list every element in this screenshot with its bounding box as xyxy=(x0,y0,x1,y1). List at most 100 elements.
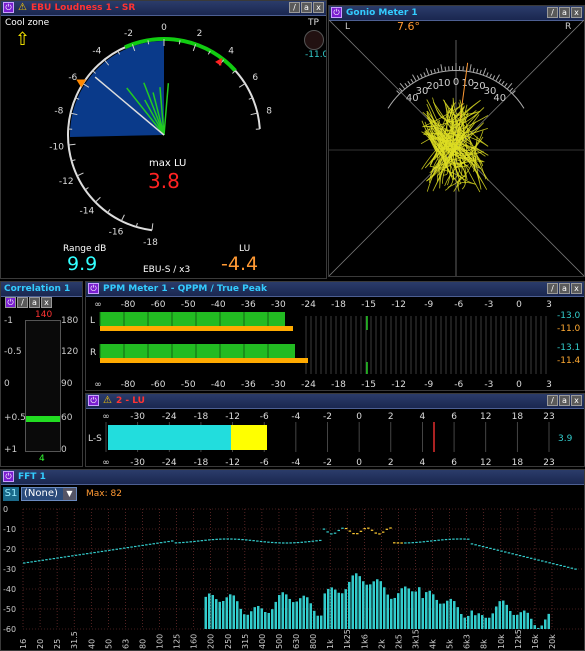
ppm-rms-bar xyxy=(100,344,295,358)
copy-icon[interactable]: a xyxy=(29,297,40,308)
correlation-left-scale-label: -0.5 xyxy=(4,347,22,357)
fft-bar xyxy=(498,601,501,629)
correlation-left-scale-label: -1 xyxy=(4,316,13,326)
edit-icon[interactable]: / xyxy=(547,283,558,294)
fft-y-label: -60 xyxy=(3,625,16,634)
lu-scale-label: ∞ xyxy=(102,412,110,422)
ppm-scale-label: -40 xyxy=(211,300,226,310)
ppm-scale-label: -6 xyxy=(454,380,463,390)
edit-icon[interactable]: / xyxy=(17,297,28,308)
gonio-tick xyxy=(444,66,447,71)
power-icon[interactable]: ⏻ xyxy=(5,297,16,308)
ppm-scale-label: -60 xyxy=(151,300,166,310)
fft-bar xyxy=(512,614,515,629)
fft-x-label: 2k5 xyxy=(394,634,403,649)
edit-icon[interactable]: / xyxy=(547,7,558,18)
close-icon[interactable]: x xyxy=(313,2,324,13)
gonio-tick xyxy=(396,90,400,94)
ppm-scale-label: -12 xyxy=(391,380,406,390)
copy-icon[interactable]: a xyxy=(559,395,570,406)
fft-x-label: 800 xyxy=(309,634,318,649)
copy-icon[interactable]: a xyxy=(559,7,570,18)
close-icon[interactable]: x xyxy=(41,297,52,308)
power-icon[interactable]: ⏻ xyxy=(88,283,99,294)
close-icon[interactable]: x xyxy=(571,7,582,18)
fft-bar xyxy=(481,615,484,629)
gauge-scale-label: -14 xyxy=(79,207,94,217)
copy-icon[interactable]: a xyxy=(301,2,312,13)
ppm-scale-label: ∞ xyxy=(94,300,102,310)
gauge-mode-label: EBU-S / x3 xyxy=(143,265,191,275)
fft-x-label: 630 xyxy=(292,634,301,649)
ppm-rms-value: -13.0 xyxy=(557,311,581,321)
fft-bar xyxy=(225,597,228,629)
gauge-scale-label: -2 xyxy=(124,29,133,39)
ppm-channel-label: L xyxy=(90,316,95,326)
power-icon[interactable]: ⏻ xyxy=(3,471,14,482)
ppm-scale-label: 3 xyxy=(546,380,552,390)
fft-bar xyxy=(250,611,253,629)
gonio-scale-label: 40 xyxy=(493,93,506,104)
ppm-peak-value: -11.4 xyxy=(557,356,581,366)
ppm-scale-label: -80 xyxy=(121,380,136,390)
ppm-scale-label: -50 xyxy=(181,300,196,310)
fft-x-label: 80 xyxy=(138,639,147,649)
fft-source-dropdown[interactable]: (None) ▼ xyxy=(21,487,77,501)
ppm-scale-label: -3 xyxy=(484,300,493,310)
ppm-meter-display: ∞ -80 -60 -50 -40 -36 -30 -24 -18 -15 -12 -9 -6 -3 0 3∞… xyxy=(90,300,581,390)
power-icon[interactable]: ⏻ xyxy=(88,395,99,406)
fft-bar xyxy=(204,596,207,629)
ebu-loudness-panel: ⏻ ⚠ EBU Loudness 1 - SR / a x Cool zone … xyxy=(0,0,327,279)
lu-scale-label: -6 xyxy=(260,458,269,466)
close-icon[interactable]: x xyxy=(571,395,582,406)
ebu-loudness-titlebar[interactable]: ⏻ ⚠ EBU Loudness 1 - SR / a x xyxy=(1,1,326,16)
ppm-titlebar[interactable]: ⏻ PPM Meter 1 - QPPM / True Peak / a x xyxy=(86,282,584,297)
fft-titlebar[interactable]: ⏻ FFT 1 xyxy=(1,470,584,485)
ppm-scale-label: -9 xyxy=(424,380,433,390)
fft-x-label: 5k xyxy=(446,639,455,649)
edit-icon[interactable]: / xyxy=(547,395,558,406)
fft-bar xyxy=(516,614,519,629)
fft-x-label: 50 xyxy=(104,639,113,649)
fft-bar xyxy=(215,599,218,629)
fft-panel: ⏻ FFT 1 S1 (None) ▼ Max: 82 0 -10 -20 -30 -4… xyxy=(0,469,585,651)
ppm-scale-label: -24 xyxy=(301,300,316,310)
gauge-tick xyxy=(95,196,101,203)
fft-bar xyxy=(540,625,543,629)
gonio-titlebar[interactable]: ⏻ Gonio Meter 1 / a x xyxy=(329,6,584,21)
fft-x-label: 3k15 xyxy=(411,629,420,649)
fft-bar xyxy=(369,584,372,629)
fft-bar xyxy=(306,597,309,629)
fft-bar xyxy=(428,590,431,629)
warning-icon: ⚠ xyxy=(18,2,27,13)
copy-icon[interactable]: a xyxy=(559,283,570,294)
fft-bar xyxy=(502,600,505,629)
fft-channel-badge[interactable]: S1 xyxy=(3,487,19,501)
gonio-tick xyxy=(479,69,482,74)
fft-x-label: 8k xyxy=(480,639,489,649)
fft-bar xyxy=(292,602,295,629)
lu-scale-label: 4 xyxy=(420,458,426,466)
power-icon[interactable]: ⏻ xyxy=(3,2,14,13)
gauge-tick xyxy=(76,172,84,177)
fft-bar xyxy=(435,599,438,629)
ppm-scale-label: -30 xyxy=(271,380,286,390)
ppm-scale-label: -80 xyxy=(121,300,136,310)
gonio-tick xyxy=(423,72,426,77)
gonio-tick xyxy=(492,75,496,80)
gauge-scale-label: 4 xyxy=(228,46,234,56)
fft-x-label: 25 xyxy=(53,639,62,649)
correlation-titlebar[interactable]: Correlation 1 xyxy=(1,282,82,297)
ppm-meter-panel: ⏻ PPM Meter 1 - QPPM / True Peak / a x ∞… xyxy=(85,281,585,391)
edit-icon[interactable]: / xyxy=(289,2,300,13)
gonio-tick xyxy=(420,73,423,78)
fft-bar xyxy=(257,605,260,629)
power-icon[interactable]: ⏻ xyxy=(331,7,342,18)
fft-bar xyxy=(418,587,421,629)
fft-x-label: 500 xyxy=(275,634,284,649)
close-icon[interactable]: x xyxy=(571,283,582,294)
chevron-down-icon[interactable]: ▼ xyxy=(63,488,76,500)
lu-scale-label: -12 xyxy=(225,412,240,422)
lu-titlebar[interactable]: ⏻ ⚠ 2 - LU / a x xyxy=(86,394,584,409)
correlation-right-scale-label: 120 xyxy=(61,347,79,357)
